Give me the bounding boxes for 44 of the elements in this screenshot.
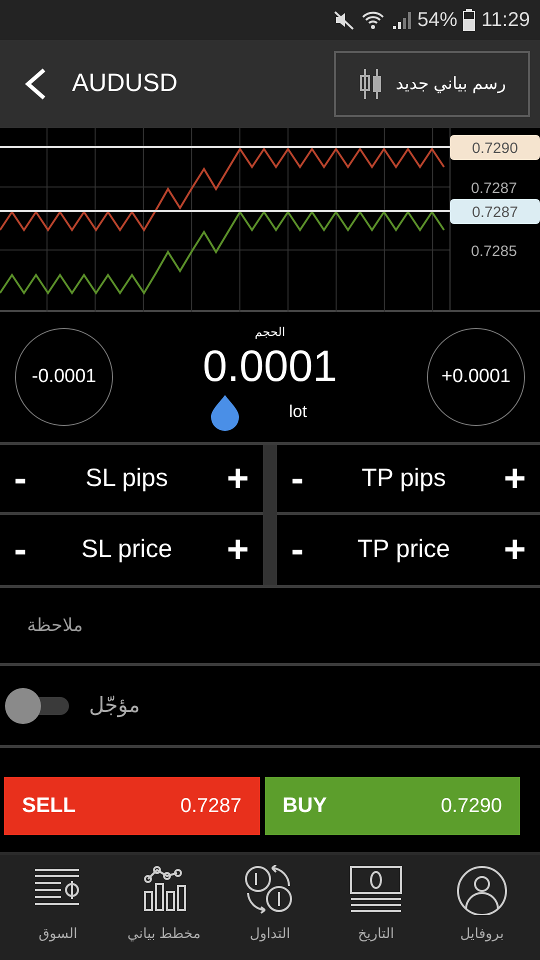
mute-icon	[333, 9, 356, 31]
profile-icon	[455, 865, 509, 915]
price-tag: 0.7287	[450, 199, 540, 224]
nav-item[interactable]: بروفايل	[432, 865, 532, 960]
wifi-icon	[361, 9, 386, 31]
volume-label: الحجم	[254, 324, 286, 341]
status-time: 11:29	[481, 8, 530, 33]
page-title: AUDUSD	[72, 68, 178, 100]
volume-value: 0.0001	[202, 345, 338, 389]
battery-percent: 54%	[417, 8, 458, 33]
drop-handle-icon[interactable]	[209, 393, 241, 431]
note-field[interactable]: ملاحظة	[25, 611, 515, 640]
back-button[interactable]	[22, 67, 48, 101]
plus-button[interactable]: +	[222, 460, 253, 498]
back-icon	[22, 67, 48, 101]
new-chart-button[interactable]: رسم بياني جديد	[334, 51, 530, 117]
increase-button[interactable]: +0.0001	[426, 328, 525, 426]
stepper-label: SL pips	[85, 462, 168, 494]
nav-item[interactable]: السوق	[8, 865, 108, 960]
axis-tick-label: 0.7285	[471, 243, 517, 260]
sell-button[interactable]: SELL 0.7287	[4, 777, 260, 835]
price-tag: 0.7290	[450, 135, 540, 160]
banknote-icon	[349, 865, 403, 915]
battery-icon	[463, 9, 476, 31]
volume-unit: lot	[289, 401, 307, 424]
candlestick-icon	[358, 67, 384, 101]
minus-button[interactable]: -	[287, 531, 308, 569]
pending-toggle[interactable]	[5, 686, 69, 724]
nav-item[interactable]: التداول	[220, 865, 320, 960]
minus-button[interactable]: -	[10, 460, 31, 498]
axis-tick-label: 0.7287	[471, 180, 517, 197]
signal-icon	[391, 10, 412, 30]
plus-button[interactable]: +	[500, 460, 530, 498]
stepper-label: TP price	[357, 534, 450, 566]
decrease-button[interactable]: -0.0001	[15, 328, 113, 426]
nav-item[interactable]: مخطط بياني	[114, 865, 214, 960]
plus-button[interactable]: +	[500, 531, 530, 569]
minus-button[interactable]: -	[287, 460, 308, 498]
minus-button[interactable]: -	[10, 531, 31, 569]
nav-item[interactable]: التاريخ	[326, 865, 426, 960]
plus-button[interactable]: +	[222, 531, 253, 569]
pending-label: مؤجّل	[89, 692, 140, 720]
stepper-label: TP pips	[362, 462, 446, 494]
stepper-label: SL price	[81, 534, 172, 566]
